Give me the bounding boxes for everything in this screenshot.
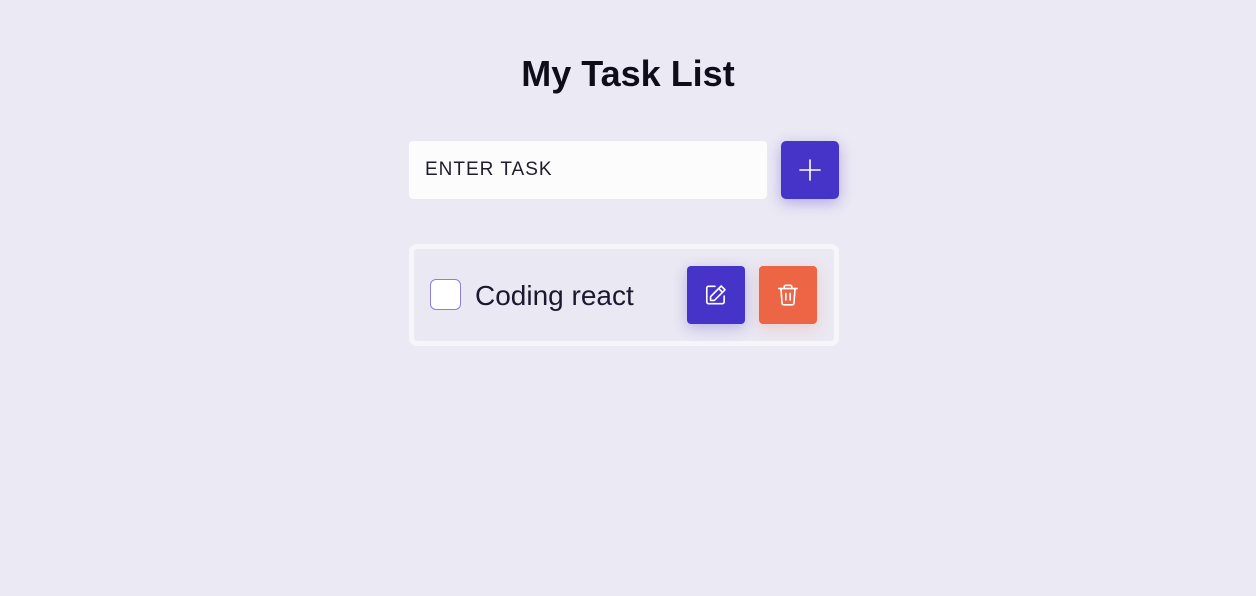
pencil-square-icon [703, 282, 729, 308]
task-checkbox[interactable] [430, 279, 461, 310]
edit-task-button[interactable] [687, 266, 745, 324]
plus-icon [798, 158, 822, 182]
page-title: My Task List [521, 53, 735, 94]
delete-task-button[interactable] [759, 266, 817, 324]
add-task-button[interactable] [781, 141, 839, 199]
task-input[interactable] [409, 141, 767, 199]
task-text: Coding react [475, 280, 634, 311]
add-task-form [409, 141, 839, 199]
trash-icon [775, 282, 801, 308]
task-item: Coding react [409, 244, 839, 346]
